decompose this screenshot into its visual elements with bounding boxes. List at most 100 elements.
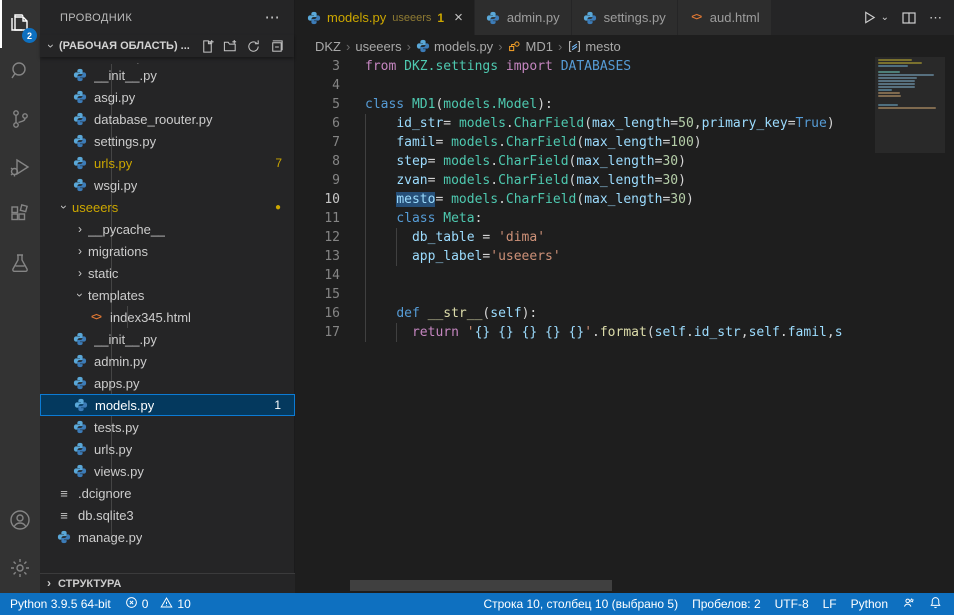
code-line-7[interactable]: famil= models.CharField(max_length=100) <box>365 133 843 152</box>
code-token: CharField <box>506 135 576 150</box>
tree-item-label: views.py <box>94 464 144 479</box>
tree-item-wsgi-py[interactable]: wsgi.py <box>40 174 295 196</box>
code-line-13[interactable]: app_label='useeers' <box>365 247 843 266</box>
refresh-icon[interactable] <box>245 38 261 54</box>
activity-settings[interactable] <box>0 545 40 593</box>
code-line-9[interactable]: zvan= models.CharField(max_length=30) <box>365 171 843 190</box>
code-line-8[interactable]: step= models.CharField(max_length=30) <box>365 152 843 171</box>
new-folder-icon[interactable] <box>222 38 238 54</box>
tree-item--init-py[interactable]: __init__.py <box>40 328 295 350</box>
status-problems[interactable]: 010 <box>125 596 191 612</box>
line-number[interactable]: 3 <box>295 57 340 76</box>
activity-accounts[interactable] <box>0 497 40 545</box>
close-icon[interactable]: × <box>454 12 463 24</box>
activity-search[interactable] <box>0 48 40 96</box>
activity-extensions[interactable] <box>0 192 40 240</box>
activity-testing[interactable] <box>0 240 40 288</box>
tree-item-admin-py[interactable]: admin.py <box>40 350 295 372</box>
line-number[interactable]: 15 <box>295 285 340 304</box>
tree-item--pycache-[interactable]: ›__pycache__ <box>40 57 295 64</box>
tree-item-asgi-py[interactable]: asgi.py <box>40 86 295 108</box>
horizontal-scrollbar[interactable] <box>350 580 612 591</box>
tree-item--init-py[interactable]: __init__.py <box>40 64 295 86</box>
breadcrumb-item-mesto[interactable]: mesto <box>567 39 620 54</box>
tree-item--dcignore[interactable]: ≡.dcignore <box>40 482 295 504</box>
tree-item-apps-py[interactable]: apps.py <box>40 372 295 394</box>
tree-item-database-roouter-py[interactable]: database_roouter.py <box>40 108 295 130</box>
tree-item-urls-py[interactable]: urls.py7 <box>40 152 295 174</box>
code-line-12[interactable]: db_table = 'dima' <box>365 228 843 247</box>
line-number[interactable]: 8 <box>295 152 340 171</box>
new-file-icon[interactable] <box>199 38 215 54</box>
line-number[interactable]: 14 <box>295 266 340 285</box>
code-line-15[interactable] <box>365 285 843 304</box>
tree-item-static[interactable]: ›static <box>40 262 295 284</box>
tab-aud-html[interactable]: <>aud.html <box>678 0 772 35</box>
code-token: step <box>396 154 427 169</box>
code-line-10[interactable]: mesto= models.CharField(max_length=30) <box>365 190 843 209</box>
status-feedback[interactable] <box>902 596 915 612</box>
explorer-more-actions-icon[interactable]: ⋯ <box>265 13 280 23</box>
minimap[interactable] <box>875 57 945 593</box>
line-number[interactable]: 10 <box>295 190 340 209</box>
line-number[interactable]: 11 <box>295 209 340 228</box>
tree-item-urls-py[interactable]: urls.py <box>40 438 295 460</box>
status-eol[interactable]: LF <box>823 597 837 611</box>
breadcrumb-item-md1[interactable]: MD1 <box>508 39 553 54</box>
code-line-17[interactable]: return '{} {} {} {} {}'.format(self.id_s… <box>365 323 843 342</box>
line-number[interactable]: 13 <box>295 247 340 266</box>
line-number[interactable]: 6 <box>295 114 340 133</box>
code-line-14[interactable] <box>365 266 843 285</box>
code-line-3[interactable]: from DKZ.settings import DATABASES <box>365 57 843 76</box>
status-cursor-position[interactable]: Строка 10, столбец 10 (выбрано 5) <box>483 597 678 611</box>
code-line-11[interactable]: class Meta: <box>365 209 843 228</box>
line-number[interactable]: 12 <box>295 228 340 247</box>
tree-item-settings-py[interactable]: settings.py <box>40 130 295 152</box>
tree-item-migrations[interactable]: ›migrations <box>40 240 295 262</box>
ellipsis-icon[interactable]: ⋯ <box>929 10 942 26</box>
status-notifications[interactable] <box>929 596 942 612</box>
play-icon[interactable] <box>862 10 877 25</box>
activity-run-debug[interactable] <box>0 144 40 192</box>
status-indentation[interactable]: Пробелов: 2 <box>692 597 761 611</box>
line-number[interactable]: 9 <box>295 171 340 190</box>
tree-item-useeers[interactable]: ›useeers● <box>40 196 295 218</box>
line-number[interactable]: 5 <box>295 95 340 114</box>
status-encoding[interactable]: UTF-8 <box>775 597 809 611</box>
breadcrumb-item-useeers[interactable]: useeers <box>355 39 401 54</box>
tab-models-py[interactable]: models.pyuseeers1× <box>295 0 475 35</box>
vertical-scrollbar[interactable] <box>945 57 954 593</box>
code-line-6[interactable]: id_str= models.CharField(max_length=50,p… <box>365 114 843 133</box>
tree-item-models-py[interactable]: models.py1 <box>40 394 295 416</box>
editor-gutter[interactable]: 34567891011121314151617 <box>295 57 355 342</box>
line-number[interactable]: 16 <box>295 304 340 323</box>
outline-section-header[interactable]: › СТРУКТУРА <box>40 573 295 594</box>
workspace-section-header[interactable]: › (РАБОЧАЯ ОБЛАСТЬ) ... <box>40 35 294 57</box>
code-line-16[interactable]: def __str__(self): <box>365 304 843 323</box>
tree-item-tests-py[interactable]: tests.py <box>40 416 295 438</box>
line-number[interactable]: 17 <box>295 323 340 342</box>
chevron-down-icon[interactable]: ⌄ <box>881 12 889 23</box>
tree-item-templates[interactable]: ›templates <box>40 284 295 306</box>
breadcrumb-item-models.py[interactable]: models.py <box>416 39 493 54</box>
activity-explorer[interactable]: 2 <box>0 0 40 48</box>
tree-item-db-sqlite3[interactable]: ≡db.sqlite3 <box>40 504 295 526</box>
collapse-all-icon[interactable] <box>268 38 284 54</box>
tree-item-manage-py[interactable]: manage.py <box>40 526 295 548</box>
code-lines[interactable]: from DKZ.settings import DATABASES class … <box>365 57 843 342</box>
split-icon[interactable] <box>901 10 917 26</box>
tab-admin-py[interactable]: admin.py <box>475 0 572 35</box>
breadcrumb-item-dkz[interactable]: DKZ <box>315 39 341 54</box>
tab-settings-py[interactable]: settings.py <box>572 0 678 35</box>
status-language-mode[interactable]: Python <box>851 597 888 611</box>
activity-source-control[interactable] <box>0 96 40 144</box>
line-number[interactable]: 7 <box>295 133 340 152</box>
status-python-interpreter[interactable]: Python 3.9.5 64-bit <box>10 597 111 611</box>
code-line-4[interactable] <box>365 76 843 95</box>
code-editor[interactable]: 34567891011121314151617 from DKZ.setting… <box>295 57 875 593</box>
tree-item-views-py[interactable]: views.py <box>40 460 295 482</box>
tree-item-index345-html[interactable]: <>index345.html <box>40 306 295 328</box>
tree-item--pycache-[interactable]: ›__pycache__ <box>40 218 295 240</box>
code-line-5[interactable]: class MD1(models.Model): <box>365 95 843 114</box>
line-number[interactable]: 4 <box>295 76 340 95</box>
